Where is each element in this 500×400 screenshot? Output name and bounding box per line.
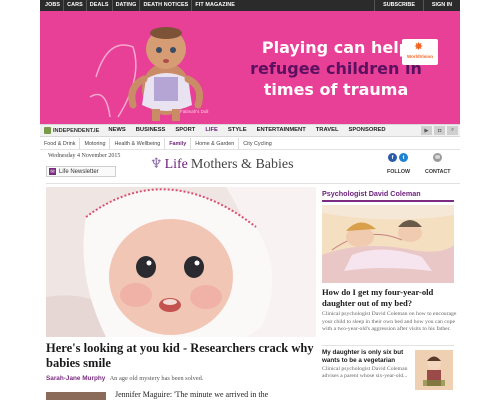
subnav-item-motoring[interactable]: Motoring — [80, 137, 111, 150]
nav-item-news[interactable]: NEWS — [103, 124, 130, 137]
nav-item-style[interactable]: STYLE — [223, 124, 252, 137]
newsletter-icon: ✉ — [49, 168, 56, 175]
section-title: ♆ Life Mothers & Babies — [150, 156, 360, 173]
right-column-separator — [322, 345, 454, 346]
world-vision-logo-text: WorldVision — [406, 54, 434, 59]
right-column-story1-title[interactable]: How do I get my four-year-old daughter o… — [322, 287, 457, 308]
main-story-author[interactable]: Sarah-Jane Murphy — [46, 375, 105, 382]
subnav-item-health[interactable]: Health & Wellbeing — [110, 137, 166, 150]
main-story-headline[interactable]: Here's looking at you kid - Researchers … — [46, 341, 321, 371]
next-story-title[interactable]: Jennifer Maguire: 'The minute we arrived… — [115, 390, 268, 399]
right-column-story2-thumbnail[interactable] — [415, 350, 453, 390]
subnav-item-food-drink[interactable]: Food & Drink — [40, 137, 81, 150]
utility-link-dating[interactable]: DATING — [113, 0, 141, 11]
harp-icon: ♆ — [150, 157, 163, 172]
search-icon[interactable]: ⌕ — [447, 126, 458, 135]
nav-item-travel[interactable]: TRAVEL — [311, 124, 344, 137]
right-column-story2-title[interactable]: My daughter is only six but wants to be … — [322, 349, 412, 365]
ad-banner[interactable]: Fatimah's Doll Playing can help refugee … — [40, 11, 460, 124]
doll-illustration — [89, 27, 204, 121]
utility-links: JOBS CARS DEALS DATING DEATH NOTICES FIT… — [42, 0, 238, 11]
current-date: Wednesday 4 November 2015 — [48, 153, 121, 159]
top-utility-bar: JOBS CARS DEALS DATING DEATH NOTICES FIT… — [40, 0, 460, 11]
right-column-story2-desc: Clinical psychologist David Coleman advi… — [322, 366, 408, 380]
world-vision-logo: ✸ WorldVision — [402, 39, 438, 65]
independent-logo-icon — [44, 127, 51, 134]
video-icon[interactable]: ▶ — [421, 126, 432, 135]
utility-link-fit-magazine[interactable]: FIT MAGAZINE — [192, 0, 238, 11]
world-vision-star-icon: ✸ — [414, 41, 424, 53]
contact-icon[interactable]: ✉ — [433, 153, 442, 162]
section-name: Mothers & Babies — [190, 156, 294, 172]
child-illustration — [415, 350, 453, 390]
newsletter-label: Life Newsletter — [59, 168, 99, 175]
right-column-heading[interactable]: Psychologist David Coleman — [322, 189, 454, 202]
right-column-story-image[interactable] — [322, 205, 454, 283]
facebook-icon[interactable]: f — [388, 153, 397, 162]
ad-image-credit: Fatimah's Doll — [180, 109, 209, 114]
next-story-thumbnail[interactable] — [46, 392, 106, 400]
subnav-item-city-cycling[interactable]: City Cycling — [239, 138, 275, 150]
main-story-image[interactable] — [46, 187, 316, 337]
subscribe-link[interactable]: SUBSCRIBE — [374, 0, 423, 11]
contact-label[interactable]: CONTACT — [425, 169, 451, 175]
sub-nav: Food & Drink Motoring Health & Wellbeing… — [40, 137, 460, 150]
nav-item-entertainment[interactable]: ENTERTAINMENT — [252, 124, 311, 137]
main-nav: INDEPENDENT.IE NEWS BUSINESS SPORT LIFE … — [40, 124, 460, 137]
main-story-byline: Sarah-Jane Murphy An age old mystery has… — [46, 375, 203, 382]
social-links: f t ✉ FOLLOW CONTACT — [384, 153, 460, 181]
header-divider — [46, 183, 460, 184]
utility-link-death-notices[interactable]: DEATH NOTICES — [140, 0, 193, 11]
sleeping-family-illustration — [322, 205, 454, 283]
ad-headline-line3: times of trauma — [263, 80, 409, 99]
utility-link-cars[interactable]: CARS — [64, 0, 87, 11]
camera-icon[interactable]: ◘ — [434, 126, 445, 135]
right-column-story1-desc: Clinical psychologist David Coleman on h… — [322, 311, 457, 333]
nav-item-sport[interactable]: SPORT — [170, 124, 200, 137]
follow-label: FOLLOW — [387, 169, 410, 175]
nav-item-business[interactable]: BUSINESS — [131, 124, 171, 137]
utility-link-deals[interactable]: DEALS — [87, 0, 113, 11]
section-life-label: Life — [164, 156, 188, 172]
nav-item-life[interactable]: LIFE — [200, 124, 223, 137]
nav-item-sponsored[interactable]: SPONSORED — [344, 124, 391, 137]
subnav-item-family[interactable]: Family — [165, 137, 192, 150]
subnav-item-home-garden[interactable]: Home & Garden — [191, 137, 240, 150]
twitter-icon[interactable]: t — [399, 153, 408, 162]
baby-photo — [46, 187, 316, 337]
main-story-teaser: An age old mystery has been solved. — [109, 375, 204, 382]
independent-logo[interactable]: INDEPENDENT.IE — [40, 127, 103, 134]
utility-link-jobs[interactable]: JOBS — [42, 0, 65, 11]
brand-name: INDEPENDENT.IE — [53, 127, 100, 134]
sign-in-link[interactable]: SIGN IN — [422, 0, 460, 11]
newsletter-button[interactable]: ✉ Life Newsletter — [46, 166, 116, 177]
